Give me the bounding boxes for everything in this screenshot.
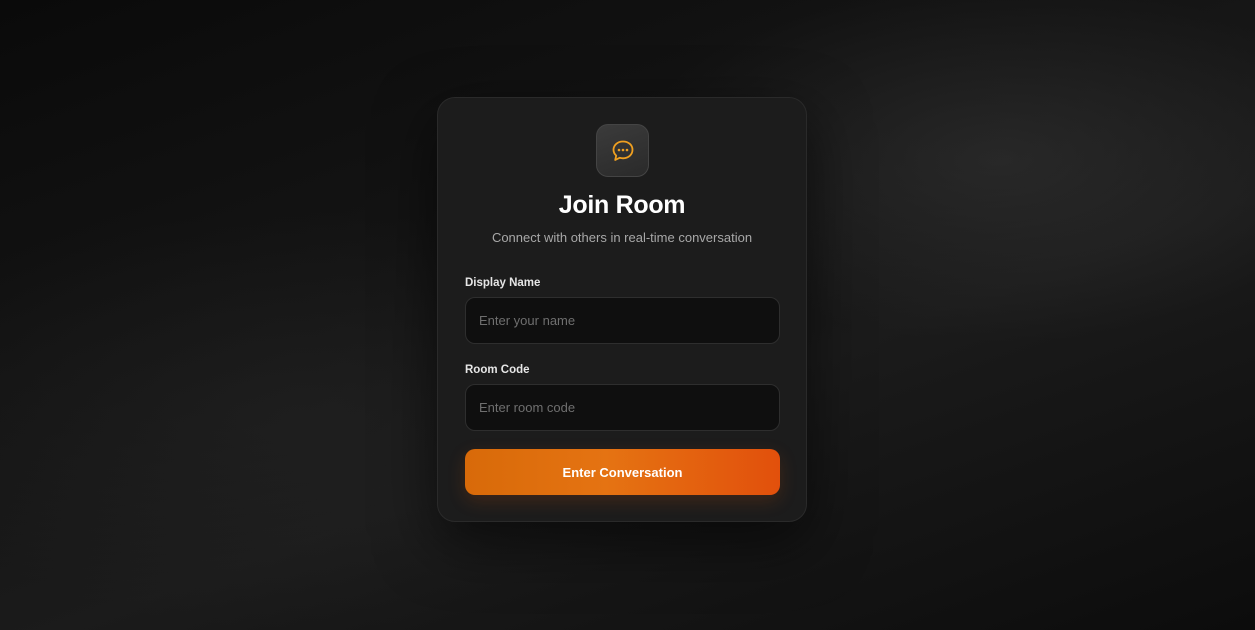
display-name-label: Display Name	[465, 277, 541, 289]
chat-bubble-icon	[596, 124, 649, 177]
room-code-label: Room Code	[465, 364, 530, 376]
page-subtitle: Connect with others in real-time convers…	[491, 230, 753, 245]
page-title: Join Room	[558, 191, 686, 219]
chat-bubble-glyph	[612, 140, 633, 161]
room-code-input[interactable]	[465, 384, 780, 431]
enter-conversation-button[interactable]: Enter Conversation	[465, 449, 780, 495]
join-room-card: Join Room Connect with others in real-ti…	[437, 97, 807, 522]
display-name-input[interactable]	[465, 297, 780, 344]
